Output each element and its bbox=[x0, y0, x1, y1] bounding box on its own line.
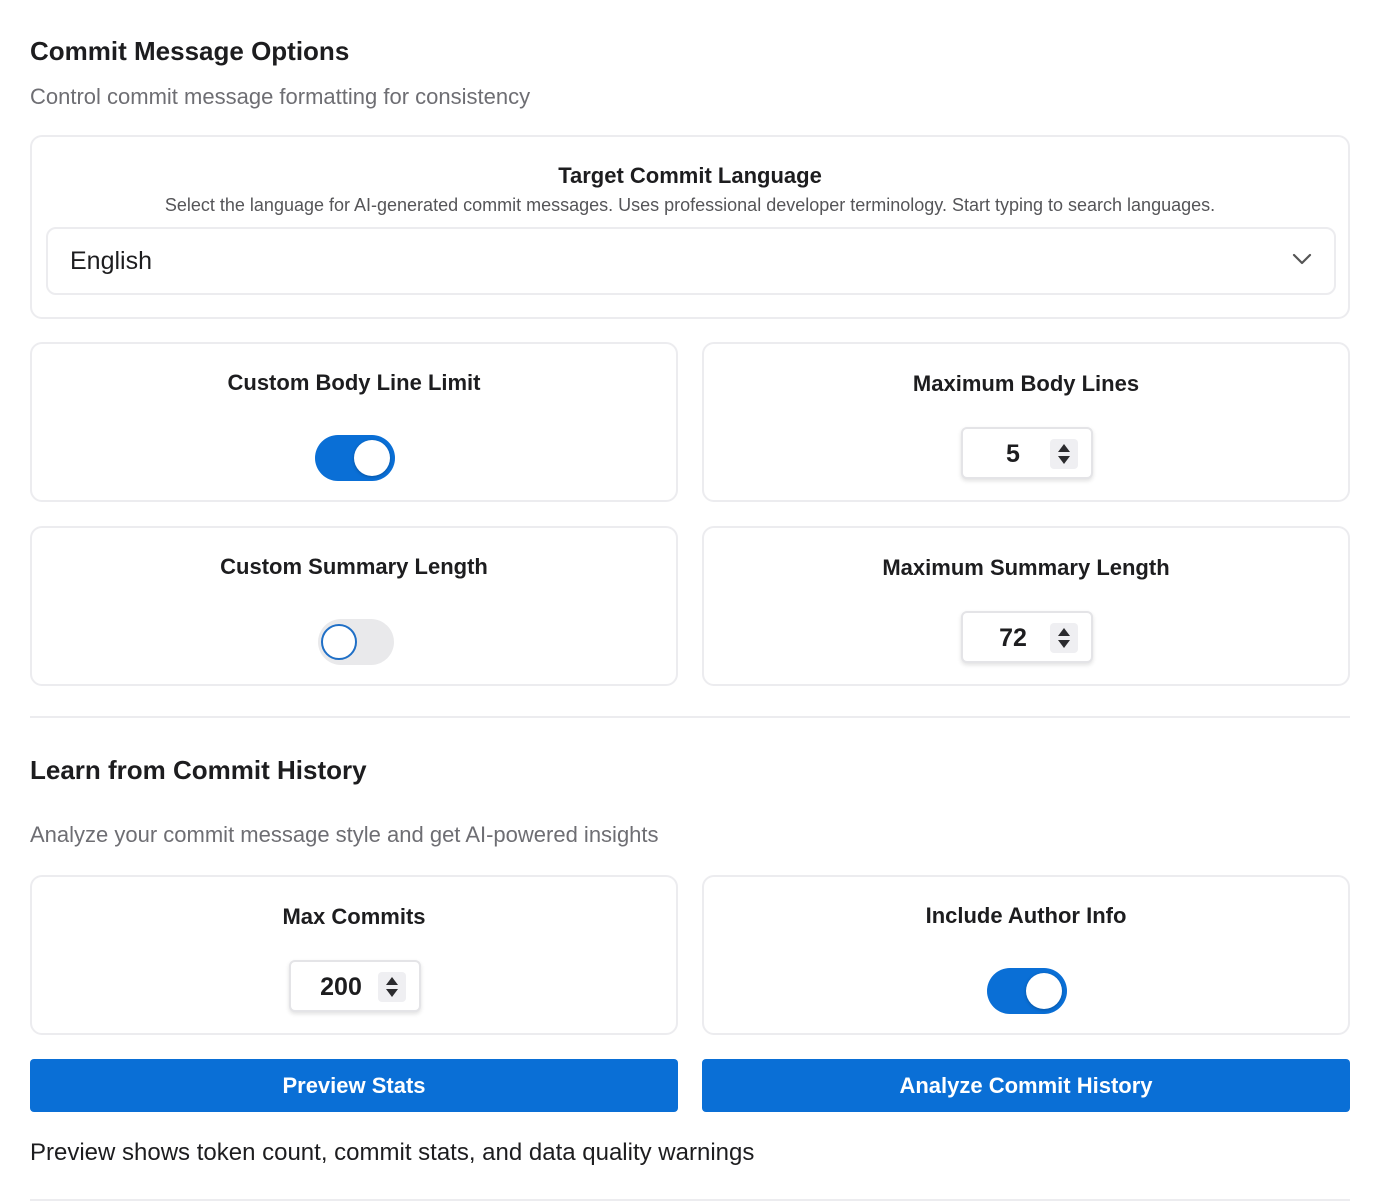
arrow-up-icon bbox=[1058, 444, 1070, 452]
language-card: Target Commit Language Select the langua… bbox=[30, 135, 1350, 319]
summary-length-toggle[interactable] bbox=[318, 619, 394, 665]
body-line-limit-title: Custom Body Line Limit bbox=[227, 370, 481, 395]
body-line-limit-toggle[interactable] bbox=[315, 435, 395, 481]
stepper-arrows-icon[interactable] bbox=[1050, 623, 1078, 653]
bottom-divider bbox=[30, 1199, 1350, 1201]
include-author-toggle[interactable] bbox=[987, 968, 1067, 1014]
body-line-limit-card: Custom Body Line Limit bbox=[30, 342, 678, 502]
history-subtitle: Analyze your commit message style and ge… bbox=[30, 822, 659, 847]
toggle-knob bbox=[321, 624, 357, 660]
max-summary-length-title: Maximum Summary Length bbox=[882, 555, 1170, 580]
summary-length-card: Custom Summary Length bbox=[30, 526, 678, 686]
toggle-knob bbox=[1026, 973, 1062, 1009]
max-commits-stepper[interactable]: 200 bbox=[289, 960, 421, 1012]
max-body-lines-title: Maximum Body Lines bbox=[912, 371, 1140, 396]
max-body-lines-stepper[interactable]: 5 bbox=[961, 427, 1093, 479]
history-title: Learn from Commit History bbox=[30, 755, 367, 785]
arrow-down-icon bbox=[386, 989, 398, 997]
language-title: Target Commit Language bbox=[558, 163, 822, 188]
max-commits-value: 200 bbox=[320, 973, 362, 1001]
max-body-lines-value: 5 bbox=[1006, 440, 1020, 468]
chevron-down-icon bbox=[1292, 253, 1312, 265]
arrow-down-icon bbox=[1058, 456, 1070, 464]
max-summary-length-stepper[interactable]: 72 bbox=[961, 611, 1093, 663]
section-divider bbox=[30, 716, 1350, 718]
max-body-lines-card: Maximum Body Lines 5 bbox=[702, 342, 1350, 502]
stepper-arrows-icon[interactable] bbox=[378, 972, 406, 1002]
max-summary-length-card: Maximum Summary Length 72 bbox=[702, 526, 1350, 686]
commit-options-subtitle: Control commit message formatting for co… bbox=[30, 84, 531, 109]
include-author-title: Include Author Info bbox=[925, 903, 1127, 928]
language-select[interactable]: English bbox=[46, 227, 1336, 295]
include-author-card: Include Author Info bbox=[702, 875, 1350, 1035]
commit-options-title: Commit Message Options bbox=[30, 36, 350, 66]
max-summary-length-value: 72 bbox=[999, 624, 1027, 652]
language-select-value: English bbox=[70, 247, 152, 275]
arrow-up-icon bbox=[1058, 628, 1070, 636]
max-commits-card: Max Commits 200 bbox=[30, 875, 678, 1035]
stepper-arrows-icon[interactable] bbox=[1050, 439, 1078, 469]
max-commits-title: Max Commits bbox=[282, 904, 426, 929]
toggle-knob bbox=[354, 440, 390, 476]
preview-footnote: Preview shows token count, commit stats,… bbox=[30, 1139, 755, 1166]
preview-stats-button[interactable]: Preview Stats bbox=[30, 1059, 678, 1112]
arrow-up-icon bbox=[386, 977, 398, 985]
language-description: Select the language for AI-generated com… bbox=[164, 195, 1216, 215]
settings-page: Commit Message Options Control commit me… bbox=[0, 0, 1400, 1204]
summary-length-title: Custom Summary Length bbox=[220, 554, 488, 579]
analyze-history-button[interactable]: Analyze Commit History bbox=[702, 1059, 1350, 1112]
arrow-down-icon bbox=[1058, 640, 1070, 648]
